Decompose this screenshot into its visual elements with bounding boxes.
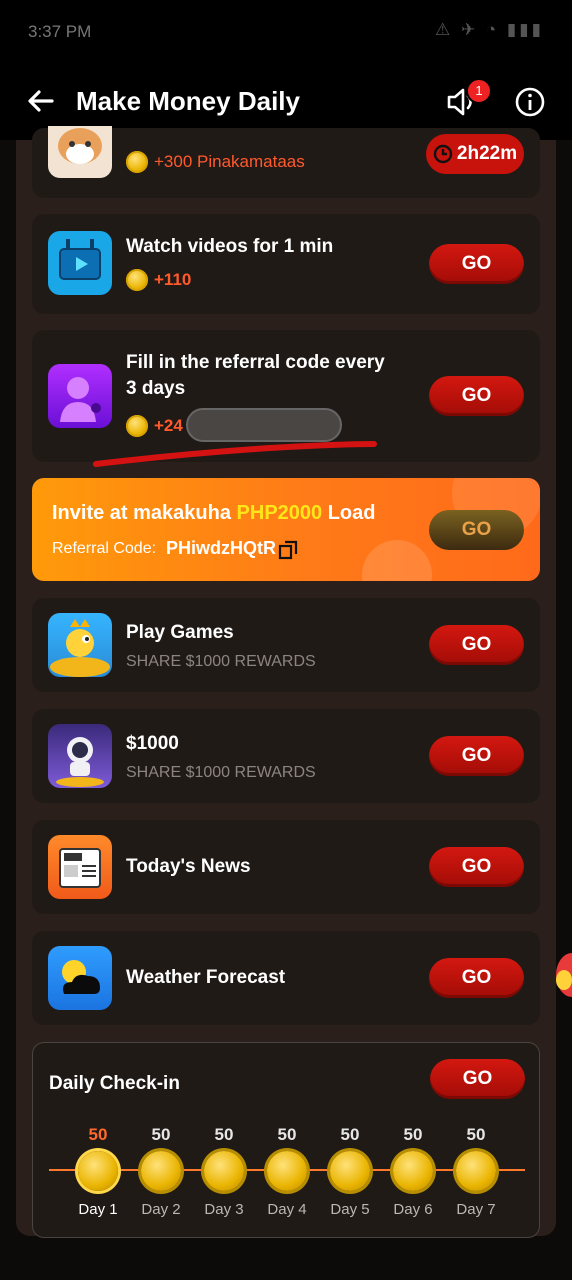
coin-icon (204, 1151, 244, 1191)
referral-code: PHiwdzHQtR (166, 538, 276, 558)
coin-icon (267, 1151, 307, 1191)
coin-icon (456, 1151, 496, 1191)
floating-mascot-icon[interactable] (552, 940, 572, 1010)
checkin-day-5[interactable]: 50 Day 5 (320, 1125, 380, 1218)
checkin-day-2[interactable]: 50 Day 2 (131, 1125, 191, 1218)
app-card-dollar-1000: $1000 SHARE $1000 REWARDS GO (32, 709, 540, 803)
go-button-referral-code[interactable]: GO (429, 376, 524, 416)
red-underline-mark (93, 441, 377, 467)
app-card-play-games: Play Games SHARE $1000 REWARDS GO (32, 598, 540, 692)
go-button-todays-news[interactable]: GO (429, 847, 524, 887)
app-title: Play Games (126, 622, 234, 643)
countdown-timer[interactable]: 2h22m (426, 134, 524, 174)
checkin-day-3[interactable]: 50 Day 3 (194, 1125, 254, 1218)
notification-badge: 1 (466, 78, 492, 104)
clock-icon (433, 144, 453, 164)
checkin-day-4[interactable]: 50 Day 4 (257, 1125, 317, 1218)
task-card-watch-videos: Watch videos for 1 min +110 GO (32, 214, 540, 314)
checkin-day-1[interactable]: 50 Day 1 (68, 1125, 128, 1218)
astronaut-app-icon (48, 724, 112, 788)
referral-label: Referral Code: (52, 540, 157, 557)
task-title: Watch videos for 1 min (126, 236, 334, 257)
app-subtitle: SHARE $1000 REWARDS (126, 653, 316, 670)
news-app-icon (48, 835, 112, 899)
checkin-day-6[interactable]: 50 Day 6 (383, 1125, 443, 1218)
cat-app-icon (48, 126, 112, 178)
copy-icon[interactable] (278, 540, 298, 560)
page-title: Make Money Daily (76, 86, 300, 116)
invite-title: Invite at makakuha PHP2000 Load (52, 502, 376, 524)
go-button-weather[interactable]: GO (429, 958, 524, 998)
back-arrow-icon[interactable] (24, 84, 58, 118)
status-time: 3:37 PM (28, 22, 92, 41)
cat-task-reward: +300 Pinakamataas (126, 150, 305, 174)
go-button-dollar-1000[interactable]: GO (429, 736, 524, 776)
daily-checkin-card: Daily Check-in GO 50 Day 1 50 Day 2 50 D… (32, 1042, 540, 1238)
app-card-todays-news: Today's News GO (32, 820, 540, 914)
go-button-watch-videos[interactable]: GO (429, 244, 524, 284)
status-indicators: ⚠ ✈ ◔ ▮▮▮ (435, 20, 544, 39)
app-title: Today's News (126, 856, 251, 877)
coin-icon (78, 1151, 118, 1191)
go-button-checkin[interactable]: GO (430, 1059, 525, 1099)
app-card-weather: Weather Forecast GO (32, 931, 540, 1025)
coin-icon (126, 415, 148, 437)
task-title: Fill in the referral code every 3 days (126, 352, 385, 399)
go-button-invite[interactable]: GO (429, 510, 524, 550)
go-button-play-games[interactable]: GO (429, 625, 524, 665)
status-bar: 3:37 PM ⚠ ✈ ◔ ▮▮▮ (0, 0, 572, 64)
task-card-cat: +300 Pinakamataas 2h22m (32, 126, 540, 198)
task-reward: +24 (126, 414, 183, 438)
coin-icon (330, 1151, 370, 1191)
user-app-icon (48, 364, 112, 428)
task-reward: +110 (126, 268, 191, 292)
weather-app-icon (48, 946, 112, 1010)
coin-icon (141, 1151, 181, 1191)
tv-app-icon (48, 231, 112, 295)
play-games-app-icon (48, 613, 112, 677)
info-icon[interactable] (514, 86, 546, 118)
coin-icon (126, 151, 148, 173)
app-title: Weather Forecast (126, 967, 286, 988)
app-subtitle: SHARE $1000 REWARDS (126, 764, 316, 781)
app-title: $1000 (126, 733, 179, 754)
checkin-title: Daily Check-in (49, 1073, 180, 1094)
coin-icon (393, 1151, 433, 1191)
coin-icon (126, 269, 148, 291)
checkin-day-7[interactable]: 50 Day 7 (446, 1125, 506, 1218)
invite-banner[interactable]: Invite at makakuha PHP2000 Load Referral… (32, 478, 540, 581)
decor-bubble (362, 540, 432, 581)
